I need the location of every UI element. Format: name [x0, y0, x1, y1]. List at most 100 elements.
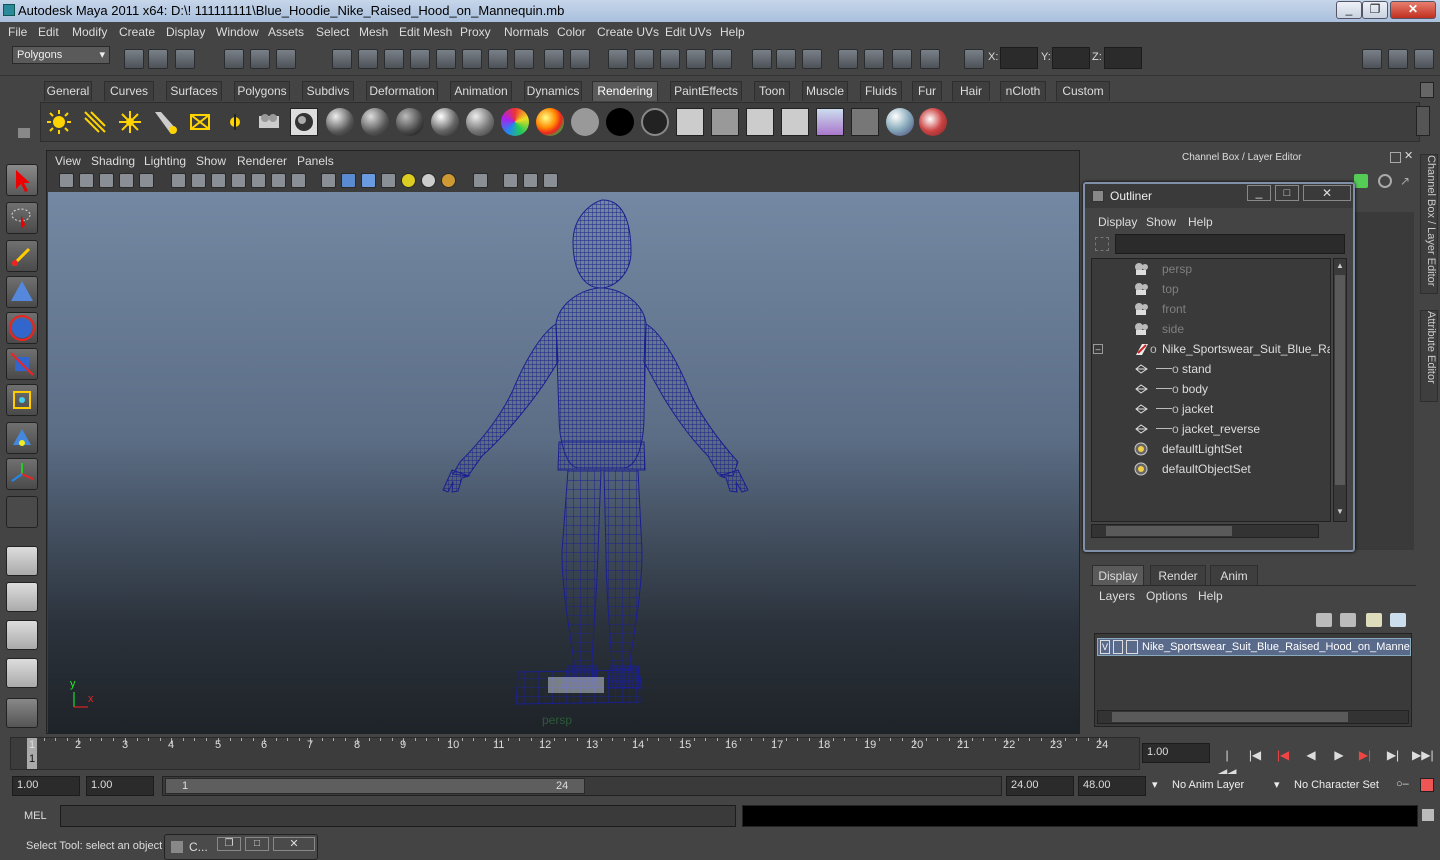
perspective-viewport[interactable]: View Shading Lighting Show Renderer Pane…	[46, 150, 1080, 734]
save-scene-icon[interactable]	[175, 49, 195, 69]
shadows-icon[interactable]	[421, 173, 436, 188]
render-layer-icon[interactable]	[851, 108, 879, 136]
single-perspective-layout-icon[interactable]	[6, 546, 38, 576]
area-light-icon[interactable]	[186, 108, 214, 136]
viewport-scene[interactable]: y x persp	[48, 192, 1079, 734]
scale-tool-icon[interactable]	[6, 348, 38, 380]
minimized-window[interactable]: C... ❐ □ ✕	[164, 834, 318, 860]
ipr-render-icon[interactable]	[776, 49, 796, 69]
move-layer-up-icon[interactable]	[1316, 613, 1332, 627]
menu-display[interactable]: Display	[166, 25, 205, 39]
camera-setup-icon[interactable]	[255, 108, 283, 136]
render-current-frame-icon[interactable]	[676, 108, 704, 136]
gate-mask-icon[interactable]	[231, 173, 246, 188]
shelf-tab-surfaces[interactable]: Surfaces	[166, 81, 222, 101]
smooth-shade-icon[interactable]	[341, 173, 356, 188]
new-layer-selected-icon[interactable]	[1390, 613, 1406, 627]
shelf-tab-curves[interactable]: Curves	[104, 81, 154, 101]
paint-brush-icon[interactable]	[919, 108, 947, 136]
float-panel-icon[interactable]	[1390, 152, 1401, 163]
ipr-icon[interactable]	[711, 108, 739, 136]
shelf-tab-dynamics[interactable]: Dynamics	[524, 81, 582, 101]
time-slider[interactable]: 1 2 3 4 5 6 7 8 9 10 11 12 13 14 15 16 17 18 19 20 21 22 23 24 …	[10, 737, 1140, 770]
list-item[interactable]: o body	[1092, 379, 1330, 399]
list-item[interactable]: o jacket_reverse	[1092, 419, 1330, 439]
shelf-tab-rendering[interactable]: Rendering	[592, 81, 658, 101]
magnet-2-icon[interactable]	[712, 49, 732, 69]
outliner-minimize-button[interactable]: _	[1247, 185, 1271, 201]
list-item[interactable]: o stand	[1092, 359, 1330, 379]
maximize-small-button[interactable]: □	[245, 837, 269, 851]
render-settings-shelf-icon[interactable]	[781, 108, 809, 136]
shelf-tab-subdivs[interactable]: Subdivs	[302, 81, 354, 101]
safe-title-icon[interactable]	[291, 173, 306, 188]
select-lock-icon[interactable]	[570, 49, 590, 69]
outliner-close-button[interactable]: ✕	[1303, 185, 1351, 201]
rotate-tool-icon[interactable]	[6, 312, 38, 344]
layer-scroll-thumb[interactable]	[1112, 712, 1348, 722]
scroll-down-icon[interactable]: ▼	[1335, 507, 1345, 517]
restore-button[interactable]: ❐	[217, 837, 241, 851]
play-backwards-icon[interactable]: ◀	[1302, 746, 1320, 764]
ambient-light-icon[interactable]	[45, 108, 73, 136]
resolution-gate-icon[interactable]	[211, 173, 226, 188]
magnet-icon[interactable]	[686, 49, 706, 69]
menu-proxy[interactable]: Proxy	[460, 25, 491, 39]
command-language-label[interactable]: MEL	[24, 810, 47, 822]
high-quality-icon[interactable]	[441, 173, 456, 188]
layer-tab-display[interactable]: Display	[1092, 565, 1144, 585]
rotate-view-icon[interactable]	[1378, 174, 1392, 188]
close-panel-icon[interactable]: ✕	[1404, 151, 1416, 163]
step-forward-frame-icon[interactable]: ▶|	[1384, 746, 1402, 764]
current-time-field[interactable]: 1.00	[1142, 743, 1210, 763]
image-plane-icon[interactable]	[119, 173, 134, 188]
list-item[interactable]: – o Nike_Sportswear_Suit_Blue_Raised	[1092, 339, 1330, 359]
layer-hscrollbar[interactable]	[1097, 710, 1409, 724]
viewport-menu-show[interactable]: Show	[196, 154, 226, 168]
shelf-tab-deformation[interactable]: Deformation	[366, 81, 438, 101]
batch-render-icon[interactable]	[746, 108, 774, 136]
field-chart-icon[interactable]	[251, 173, 266, 188]
outliner-hscroll-thumb[interactable]	[1106, 526, 1232, 536]
menu-help[interactable]: Help	[720, 25, 745, 39]
collapse-toggle[interactable]: –	[1093, 344, 1103, 354]
blinn-sphere-icon[interactable]	[326, 108, 354, 136]
shelf-tab-polygons[interactable]: Polygons	[234, 81, 290, 101]
shelf-tab-custom[interactable]: Custom	[1056, 81, 1110, 101]
layer-menu-options[interactable]: Options	[1146, 589, 1187, 603]
mask-icon[interactable]	[462, 49, 482, 69]
shelf-tab-muscle[interactable]: Muscle	[802, 81, 848, 101]
viewport-menu-panels[interactable]: Panels	[297, 154, 334, 168]
outliner-menu-help[interactable]: Help	[1188, 215, 1213, 229]
x-ray-icon[interactable]	[503, 173, 518, 188]
snap-point-icon[interactable]	[384, 49, 404, 69]
hypershade-icon[interactable]	[838, 49, 858, 69]
textured-icon[interactable]	[381, 173, 396, 188]
step-back-key-icon[interactable]: |◀	[1274, 746, 1292, 764]
last-tool-icon[interactable]	[6, 496, 38, 528]
list-item[interactable]: side	[1092, 319, 1330, 339]
soft-modification-icon[interactable]	[6, 422, 38, 454]
bookmark-icon[interactable]	[99, 173, 114, 188]
ramp-shader-icon[interactable]	[501, 108, 529, 136]
pick-icon[interactable]: ↗	[1400, 174, 1414, 188]
show-manipulator-icon[interactable]	[6, 458, 38, 490]
layer-tab-anim[interactable]: Anim	[1210, 565, 1258, 585]
snap-surface-icon[interactable]	[436, 49, 456, 69]
render-current-icon[interactable]	[752, 49, 772, 69]
trash-icon[interactable]	[1420, 82, 1434, 98]
outliner-search-input[interactable]	[1115, 234, 1345, 254]
help-icon[interactable]	[514, 49, 534, 69]
move-tool-icon[interactable]	[6, 276, 38, 308]
range-slider[interactable]: 1 24	[162, 776, 1002, 796]
film-icon[interactable]	[864, 49, 884, 69]
list-item[interactable]: front	[1092, 299, 1330, 319]
animation-end-field[interactable]: 48.00	[1078, 776, 1146, 796]
y-field[interactable]	[1052, 47, 1090, 69]
move-layer-down-icon[interactable]	[1340, 613, 1356, 627]
render-view-icon[interactable]	[290, 108, 318, 136]
transform-mode-icon[interactable]	[964, 49, 984, 69]
maximize-button[interactable]: ❐	[1362, 1, 1388, 19]
character-set-dropdown[interactable]: ▾ No Character Set	[1274, 776, 1392, 796]
layer-tab-render[interactable]: Render	[1150, 565, 1206, 585]
